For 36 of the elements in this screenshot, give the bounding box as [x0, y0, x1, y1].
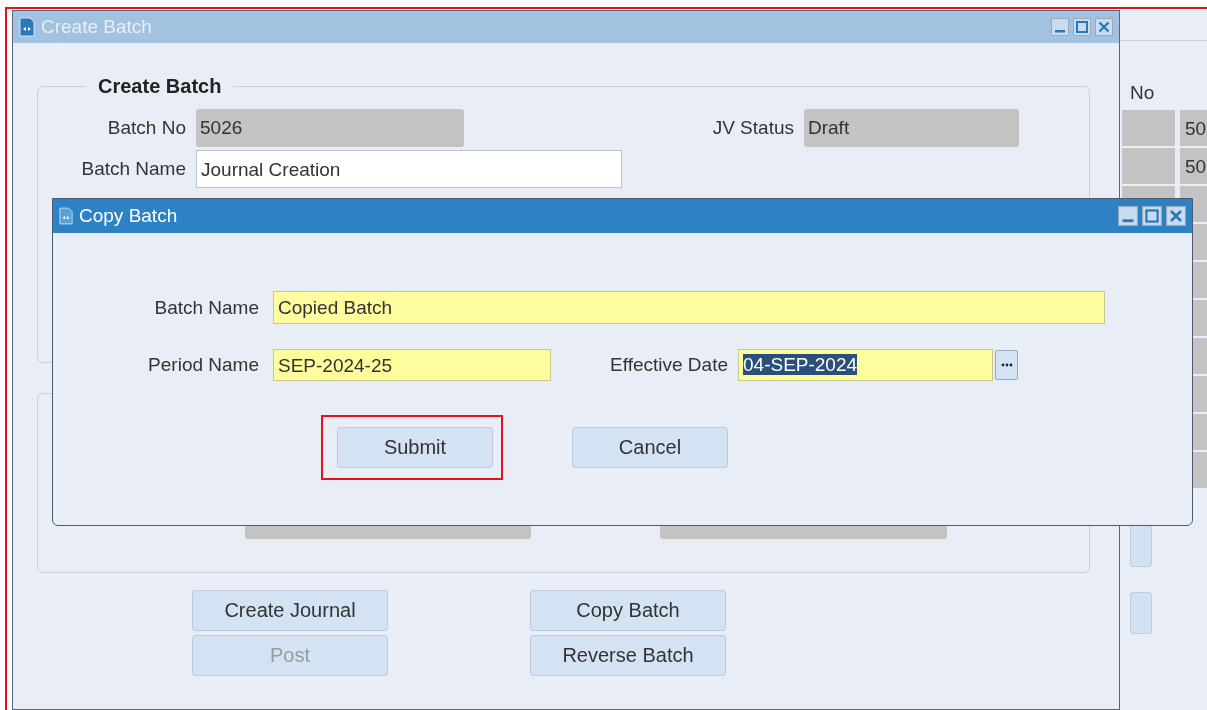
window-title: Create Batch — [41, 16, 152, 38]
close-icon[interactable] — [1095, 18, 1113, 36]
field-label: Effective Date — [609, 354, 729, 376]
column-header: No — [1130, 82, 1156, 104]
table-cell: 50 — [1180, 110, 1207, 146]
action-button[interactable]: Reverse Batch — [530, 635, 726, 676]
window-icon — [19, 17, 35, 37]
field-label: Batch Name — [80, 158, 187, 180]
status-field[interactable]: Draft — [804, 109, 1019, 147]
dialog-button[interactable]: Submit — [337, 427, 493, 468]
minimize-icon[interactable] — [1118, 206, 1138, 226]
dialog-button[interactable]: Cancel — [572, 427, 728, 468]
field-label: Period Name — [147, 354, 260, 376]
background-button[interactable] — [1130, 525, 1152, 567]
effective-date-field[interactable]: 04-SEP-2024 — [738, 349, 993, 381]
dialog-title: Copy Batch — [79, 205, 178, 227]
batch-no-field[interactable]: 5026 — [196, 109, 464, 147]
field-label: Batch No — [106, 117, 187, 139]
field-label: Batch Name — [153, 296, 260, 319]
group-title: Create Batch — [97, 75, 223, 98]
ellipsis-icon — [1000, 363, 1013, 367]
close-icon[interactable] — [1166, 206, 1186, 226]
maximize-icon[interactable] — [1142, 206, 1162, 226]
window-icon — [59, 207, 73, 225]
action-button[interactable]: Copy Batch — [530, 590, 726, 631]
field-label: JV Status — [711, 117, 795, 139]
maximize-icon[interactable] — [1073, 18, 1091, 36]
table-cell — [1122, 148, 1175, 184]
batch-name-field[interactable]: Journal Creation — [196, 150, 622, 188]
minimize-icon[interactable] — [1051, 18, 1069, 36]
table-cell: 50 — [1180, 148, 1207, 184]
batch-name-field[interactable]: Copied Batch — [273, 291, 1105, 324]
period-name-field[interactable]: SEP-2024-25 — [273, 349, 551, 381]
table-cell — [1122, 110, 1175, 146]
date-picker-button[interactable] — [995, 350, 1018, 380]
action-button[interactable]: Create Journal — [192, 590, 388, 631]
